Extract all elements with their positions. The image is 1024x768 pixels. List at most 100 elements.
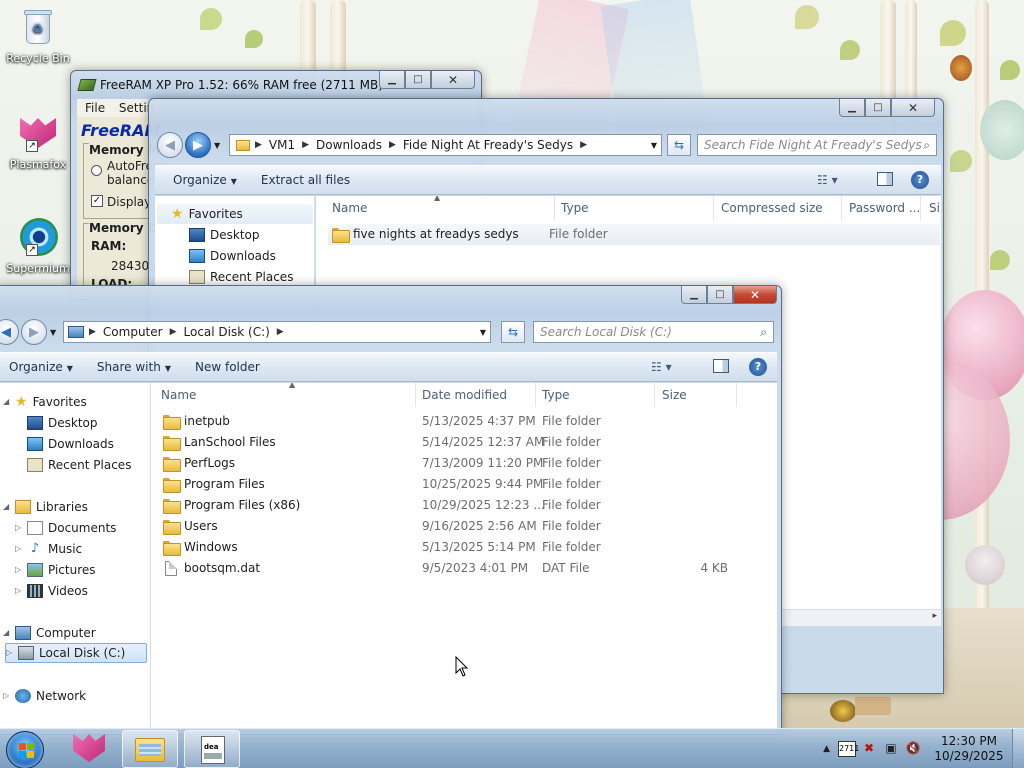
close-button[interactable]: ✕ — [431, 71, 475, 89]
nav-local-disk[interactable]: ▷ Local Disk (C:) — [5, 643, 147, 663]
recent-pages-dropdown[interactable]: ▼ — [214, 141, 220, 150]
column-name[interactable]: Name — [332, 196, 367, 220]
address-dropdown[interactable]: ▼ — [651, 141, 657, 150]
back-button[interactable]: ◀ — [0, 319, 19, 345]
help-button[interactable]: ? — [749, 358, 767, 376]
search-placeholder: Search Fide Night At Fready's Sedys — [704, 138, 922, 152]
column-size[interactable]: Si — [929, 196, 940, 220]
column-size[interactable]: Size — [662, 383, 687, 407]
nav-favorites[interactable]: ◢ ★ Favorites — [3, 392, 87, 412]
desktop-icon-supermium[interactable]: ↗ Supermium — [4, 216, 72, 275]
file-name: LanSchool Files — [184, 435, 276, 449]
recent-pages-dropdown[interactable]: ▼ — [50, 328, 56, 337]
column-compressed-size[interactable]: Compressed size — [721, 196, 823, 220]
preview-pane-button[interactable] — [713, 359, 729, 373]
address-dropdown[interactable]: ▼ — [480, 328, 486, 337]
extract-all-button[interactable]: Extract all files — [249, 173, 362, 187]
file-row[interactable]: Program Files 10/25/2025 9:44 PM File fold… — [151, 474, 771, 495]
nav-desktop[interactable]: Desktop — [189, 225, 260, 245]
forward-button[interactable]: ▶ — [185, 132, 211, 158]
minimize-button[interactable]: ▁ — [379, 71, 405, 89]
maximize-button[interactable]: □ — [707, 286, 733, 304]
folder-icon — [163, 436, 181, 451]
clock[interactable]: 12:30 PM 10/29/2025 — [926, 734, 1012, 764]
music-icon: ♪ — [30, 541, 40, 556]
nav-computer[interactable]: ◢ Computer — [3, 623, 96, 643]
search-icon[interactable]: ⌕ — [760, 325, 767, 340]
taskbar-explorer[interactable] — [122, 730, 178, 768]
menu-file[interactable]: File — [77, 101, 113, 115]
view-options-button[interactable]: ☷ ▾ — [817, 173, 838, 187]
show-desktop-button[interactable] — [1012, 729, 1024, 768]
file-row[interactable]: PerfLogs 7/13/2009 11:20 PM File folder — [151, 453, 771, 474]
address-bar[interactable]: ▶ VM1 ▶ Downloads ▶ Fide Night At Fready… — [229, 134, 662, 156]
maximize-button[interactable]: □ — [405, 71, 431, 89]
forward-button[interactable]: ▶ — [21, 319, 47, 345]
network-tray-icon[interactable]: ▣ — [882, 741, 900, 757]
file-row[interactable]: Windows 5/13/2025 5:14 PM File folder — [151, 537, 771, 558]
maximize-button[interactable]: □ — [865, 99, 891, 117]
share-with-button[interactable]: Share with ▼ — [85, 360, 183, 374]
preview-pane-button[interactable] — [877, 172, 893, 186]
view-options-button[interactable]: ☷ ▾ — [651, 360, 672, 374]
taskbar-plasmafox[interactable] — [62, 730, 118, 768]
breadcrumb-zip[interactable]: Fide Night At Fready's Sedys — [397, 138, 579, 152]
organize-button[interactable]: Organize ▼ — [0, 360, 85, 374]
videos-icon — [27, 584, 43, 598]
nav-desktop[interactable]: Desktop — [27, 413, 98, 433]
column-date-modified[interactable]: Date modified — [422, 383, 507, 407]
nav-network[interactable]: ▷ Network — [3, 686, 86, 706]
address-bar[interactable]: ▶ Computer ▶ Local Disk (C:) ▶ ▼ — [63, 321, 491, 343]
search-icon[interactable]: ⌕ — [923, 138, 930, 153]
nav-recent-places[interactable]: Recent Places — [189, 267, 293, 287]
column-type[interactable]: Type — [561, 196, 589, 220]
file-row[interactable]: Program Files (x86) 10/29/2025 12:23 ... F… — [151, 495, 771, 516]
volume-icon[interactable]: 🔇 — [904, 741, 922, 757]
taskbar-freeram[interactable]: dea — [184, 730, 240, 768]
help-button[interactable]: ? — [911, 171, 929, 189]
nav-pictures[interactable]: ▷ Pictures — [15, 560, 96, 580]
nav-downloads[interactable]: Downloads — [27, 434, 114, 454]
close-button[interactable]: ✕ — [733, 286, 777, 304]
column-name[interactable]: Name — [161, 383, 196, 407]
nav-documents[interactable]: ▷ Documents — [15, 518, 116, 538]
column-type[interactable]: Type — [542, 383, 570, 407]
back-button[interactable]: ◀ — [157, 132, 183, 158]
documents-icon — [27, 521, 43, 535]
nav-downloads[interactable]: Downloads — [189, 246, 276, 266]
minimize-button[interactable]: ▁ — [681, 286, 707, 304]
nav-libraries[interactable]: ◢ Libraries — [3, 497, 88, 517]
file-row[interactable]: bootsqm.dat 9/5/2023 4:01 PM DAT File 4 KB — [151, 558, 771, 579]
display-checkbox[interactable]: ✓ — [91, 195, 103, 207]
refresh-button[interactable]: ⇆ — [667, 134, 691, 156]
organize-button[interactable]: Organize ▼ — [155, 173, 249, 187]
file-row[interactable]: inetpub 5/13/2025 4:37 PM File folder — [151, 411, 771, 432]
search-input[interactable]: Search Local Disk (C:) ⌕ — [533, 321, 774, 343]
desktop-icon-recycle-bin[interactable]: ♻ Recycle Bin — [4, 6, 72, 65]
minimize-button[interactable]: ▁ — [839, 99, 865, 117]
nav-music[interactable]: ▷ ♪ Music — [15, 539, 82, 559]
nav-recent-places[interactable]: Recent Places — [27, 455, 131, 475]
refresh-button[interactable]: ⇆ — [501, 321, 525, 343]
desktop-icon-plasmafox[interactable]: ↗ Plasmafox — [4, 112, 72, 171]
breadcrumb-local-disk[interactable]: Local Disk (C:) — [178, 325, 276, 339]
show-hidden-icons-button[interactable]: ▲ — [823, 744, 830, 754]
file-row[interactable]: LanSchool Files 5/14/2025 12:37 AM File fo… — [151, 432, 771, 453]
start-button[interactable] — [6, 731, 44, 768]
file-row[interactable]: Users 9/16/2025 2:56 AM File folder — [151, 516, 771, 537]
column-password[interactable]: Password ... — [849, 196, 920, 220]
search-input[interactable]: Search Fide Night At Fready's Sedys ⌕ — [697, 134, 937, 156]
close-button[interactable]: ✕ — [891, 99, 935, 117]
breadcrumb-downloads[interactable]: Downloads — [310, 138, 388, 152]
nav-favorites[interactable]: ★ Favorites — [157, 204, 313, 224]
breadcrumb-computer[interactable]: Computer — [97, 325, 169, 339]
new-folder-button[interactable]: New folder — [183, 360, 272, 374]
autofree-radio[interactable] — [91, 165, 102, 176]
breadcrumb-vm1[interactable]: VM1 — [263, 138, 301, 152]
nav-videos[interactable]: ▷ Videos — [15, 581, 88, 601]
command-bar: Organize ▼ Share with ▼ New folder ☷ ▾ ? — [0, 352, 777, 382]
freeram-tray-icon[interactable]: 2711 — [838, 741, 859, 757]
window-title: FreeRAM XP Pro 1.52: 66% RAM free (2711 … — [100, 78, 383, 92]
action-center-icon[interactable]: ✖ — [860, 741, 878, 757]
file-row[interactable]: five nights at freadys sedys File folder — [328, 224, 940, 245]
